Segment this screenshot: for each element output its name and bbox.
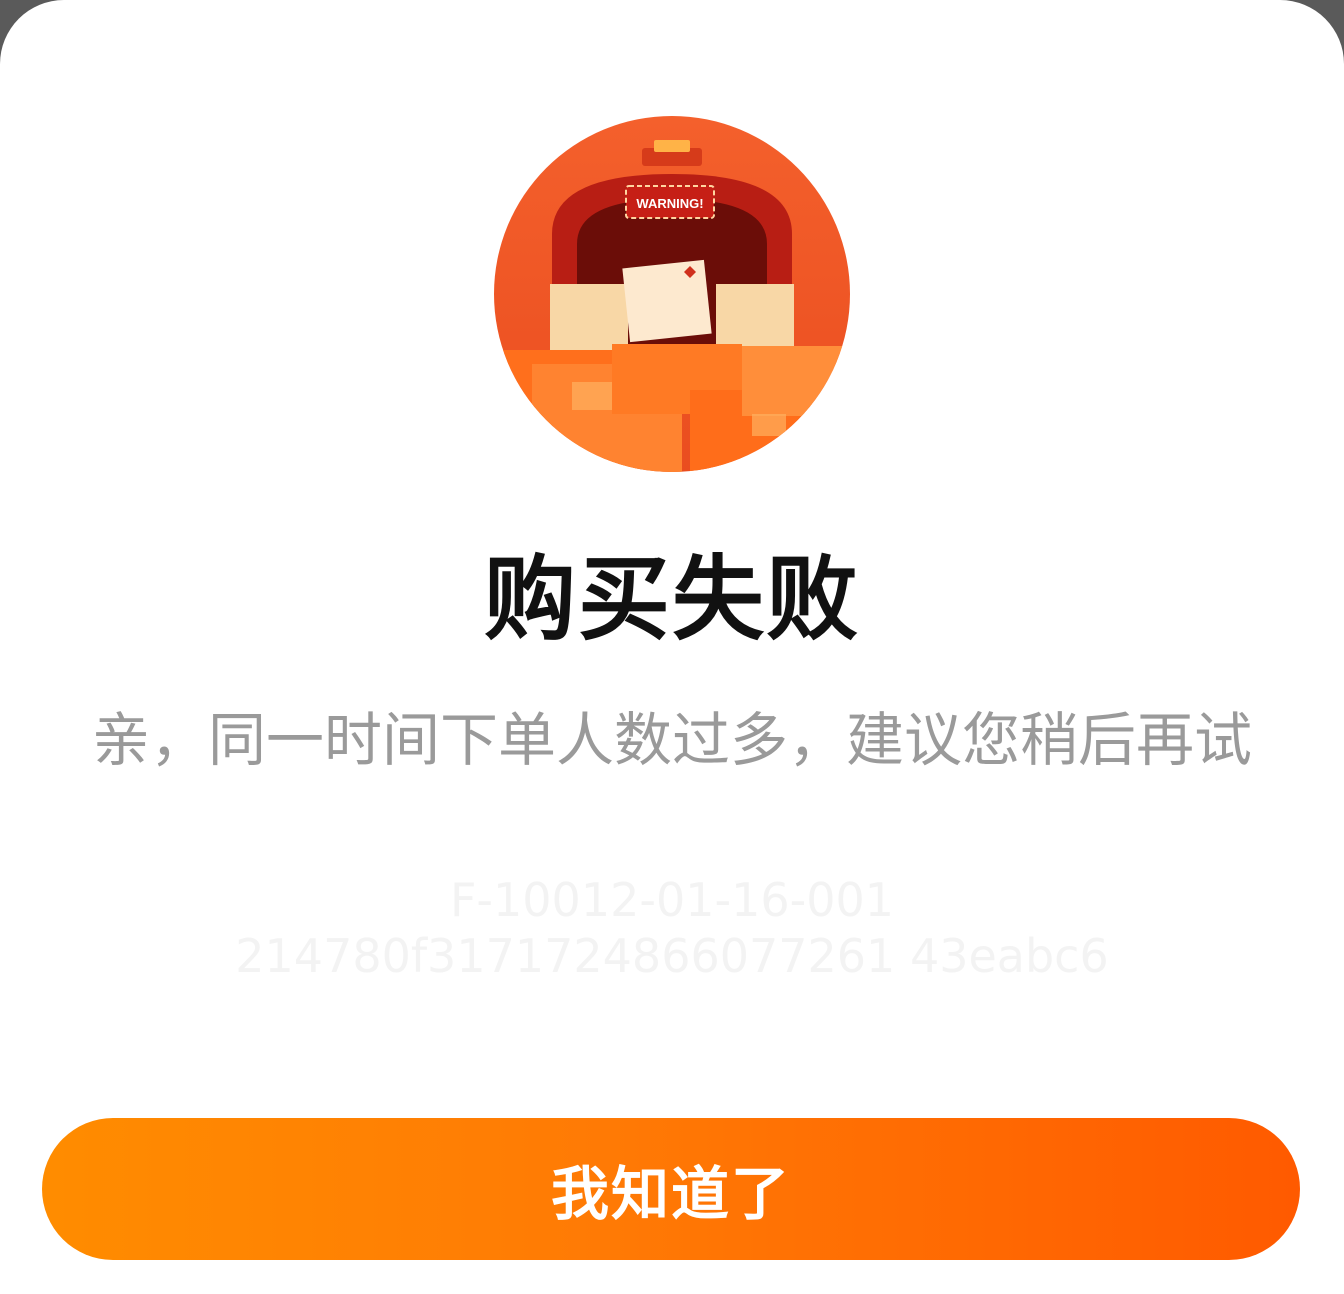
error-dialog: WARNING! 购买失败 亲，同一时间下单人数过多，建议您稍后再试 F-100… <box>0 0 1344 1294</box>
confirm-button[interactable]: 我知道了 <box>42 1118 1300 1260</box>
dialog-message: 亲，同一时间下单人数过多，建议您稍后再试 <box>91 706 1252 774</box>
error-code: F-10012-01-16-001 <box>449 873 895 927</box>
trace-id: 214780f3171724866077261 43eabc6 <box>235 929 1109 983</box>
warning-parcels-illustration-icon: WARNING! <box>492 114 852 474</box>
warning-sign-text: WARNING! <box>636 196 703 211</box>
error-codes: F-10012-01-16-001 214780f317172486607726… <box>0 872 1344 984</box>
dialog-title: 购买失败 <box>483 546 860 653</box>
